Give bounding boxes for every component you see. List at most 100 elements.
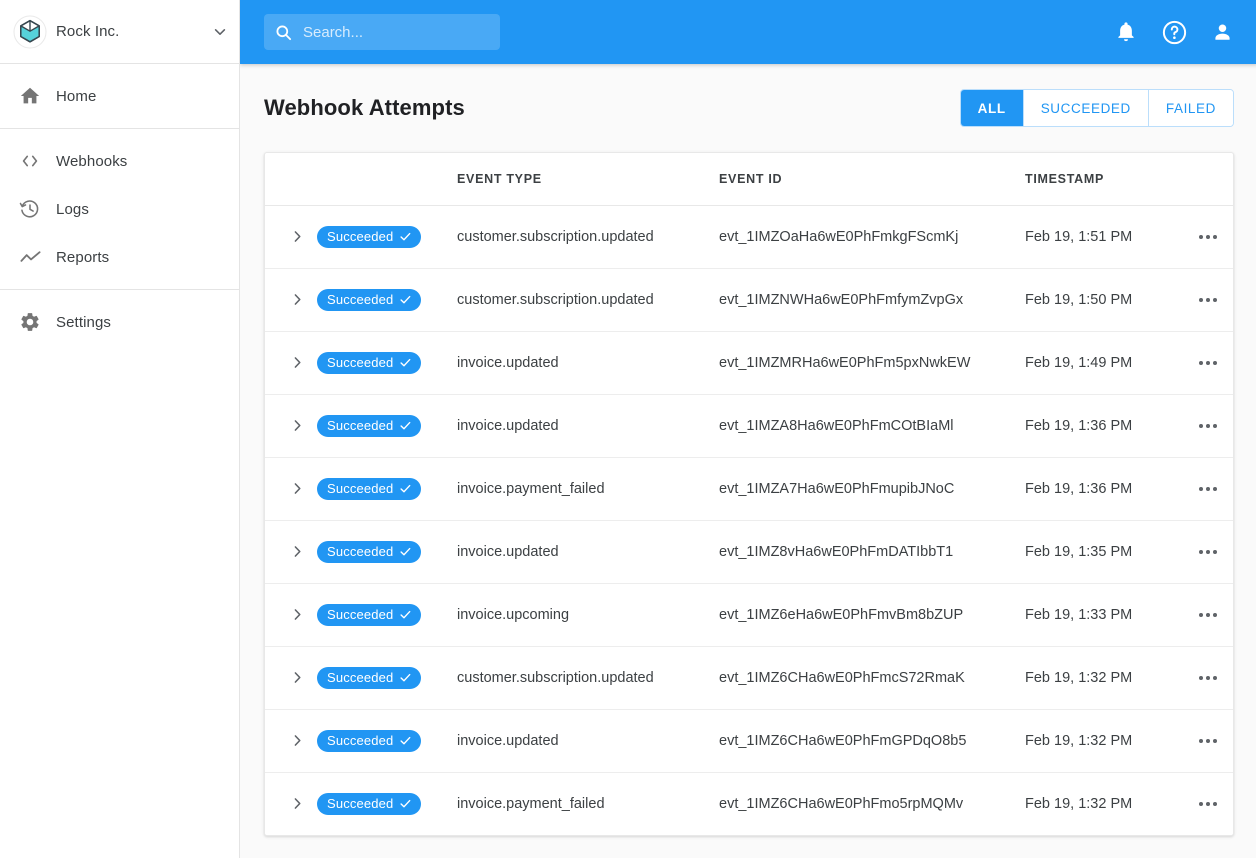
row-expand-cell[interactable]	[265, 709, 317, 773]
row-expand-cell[interactable]	[265, 457, 317, 521]
row-actions-cell[interactable]	[1183, 331, 1233, 395]
col-timestamp: TIMESTAMP	[1025, 153, 1183, 206]
chevron-right-icon[interactable]	[265, 544, 317, 559]
status-badge-label: Succeeded	[327, 418, 394, 433]
row-actions-cell[interactable]	[1183, 772, 1233, 835]
row-actions-cell[interactable]	[1183, 268, 1233, 332]
more-horizontal-icon[interactable]	[1183, 297, 1233, 302]
table-row[interactable]: Succeeded invoice.updated evt_1IMZ6CHa6wE0…	[265, 709, 1233, 773]
sidebar-item-home[interactable]: Home	[0, 72, 239, 120]
sidebar-item-logs[interactable]: Logs	[0, 185, 239, 233]
chevron-right-icon[interactable]	[265, 796, 317, 811]
row-expand-cell[interactable]	[265, 520, 317, 584]
chevron-right-icon[interactable]	[265, 670, 317, 685]
notifications-bell-icon[interactable]	[1112, 18, 1140, 46]
row-expand-cell[interactable]	[265, 331, 317, 395]
table-row[interactable]: Succeeded invoice.upcoming evt_1IMZ6eHa6wE…	[265, 583, 1233, 647]
sidebar-item-label: Logs	[56, 200, 89, 218]
page-header: Webhook Attempts ALL SUCCEEDED FAILED	[264, 64, 1234, 152]
table-row[interactable]: Succeeded invoice.payment_failed evt_1IMZA…	[265, 457, 1233, 521]
status-badge[interactable]: Succeeded	[317, 729, 422, 752]
sidebar: Rock Inc. Home Webhooks Logs Reports Set…	[0, 0, 240, 858]
status-filter-group: ALL SUCCEEDED FAILED	[959, 89, 1234, 127]
table-row[interactable]: Succeeded customer.subscription.updated ev…	[265, 205, 1233, 269]
check-icon	[399, 230, 412, 243]
filter-tab-succeeded[interactable]: SUCCEEDED	[1023, 90, 1149, 126]
check-icon	[399, 608, 412, 621]
search-input[interactable]	[303, 23, 483, 41]
row-actions-cell[interactable]	[1183, 646, 1233, 710]
row-actions-cell[interactable]	[1183, 520, 1233, 584]
chevron-right-icon[interactable]	[265, 292, 317, 307]
status-badge[interactable]: Succeeded	[317, 603, 422, 626]
search-icon	[274, 23, 293, 42]
row-expand-cell[interactable]	[265, 772, 317, 835]
filter-tab-failed[interactable]: FAILED	[1148, 90, 1233, 126]
check-icon	[399, 545, 412, 558]
row-actions-cell[interactable]	[1183, 205, 1233, 269]
row-timestamp: Feb 19, 1:35 PM	[1025, 520, 1183, 584]
row-event-id: evt_1IMZ8vHa6wE0PhFmDATIbbT1	[719, 520, 1025, 584]
chevron-down-icon[interactable]	[201, 24, 239, 40]
status-badge[interactable]: Succeeded	[317, 666, 422, 689]
row-event-id: evt_1IMZMRHa6wE0PhFm5pxNwkEW	[719, 331, 1025, 395]
table-row[interactable]: Succeeded invoice.updated evt_1IMZMRHa6wE0…	[265, 331, 1233, 395]
chevron-right-icon[interactable]	[265, 481, 317, 496]
more-horizontal-icon[interactable]	[1183, 423, 1233, 428]
sidebar-item-webhooks[interactable]: Webhooks	[0, 137, 239, 185]
more-horizontal-icon[interactable]	[1183, 801, 1233, 806]
filter-tab-all[interactable]: ALL	[960, 90, 1024, 126]
table-row[interactable]: Succeeded customer.subscription.updated ev…	[265, 646, 1233, 710]
row-expand-cell[interactable]	[265, 394, 317, 458]
row-event-id: evt_1IMZ6CHa6wE0PhFmGPDqO8b5	[719, 709, 1025, 773]
status-badge[interactable]: Succeeded	[317, 288, 422, 311]
col-actions	[1183, 153, 1233, 206]
account-person-icon[interactable]	[1208, 18, 1236, 46]
status-badge[interactable]: Succeeded	[317, 792, 422, 815]
org-switcher[interactable]: Rock Inc.	[0, 0, 239, 64]
chevron-right-icon[interactable]	[265, 418, 317, 433]
top-app-bar	[240, 0, 1256, 64]
chevron-right-icon[interactable]	[265, 355, 317, 370]
help-circle-icon[interactable]	[1160, 18, 1188, 46]
more-horizontal-icon[interactable]	[1183, 675, 1233, 680]
status-badge[interactable]: Succeeded	[317, 540, 422, 563]
chevron-right-icon[interactable]	[265, 607, 317, 622]
row-expand-cell[interactable]	[265, 205, 317, 269]
row-actions-cell[interactable]	[1183, 457, 1233, 521]
content-area: Webhook Attempts ALL SUCCEEDED FAILED EV…	[240, 64, 1256, 858]
status-badge[interactable]: Succeeded	[317, 414, 422, 437]
more-horizontal-icon[interactable]	[1183, 360, 1233, 365]
home-icon	[12, 78, 48, 114]
row-actions-cell[interactable]	[1183, 709, 1233, 773]
chevron-right-icon[interactable]	[265, 733, 317, 748]
sidebar-item-reports[interactable]: Reports	[0, 233, 239, 281]
table-row[interactable]: Succeeded invoice.updated evt_1IMZ8vHa6wE0…	[265, 520, 1233, 584]
row-actions-cell[interactable]	[1183, 394, 1233, 458]
status-badge[interactable]: Succeeded	[317, 477, 422, 500]
chevron-right-icon[interactable]	[265, 229, 317, 244]
status-badge[interactable]: Succeeded	[317, 225, 422, 248]
more-horizontal-icon[interactable]	[1183, 486, 1233, 491]
more-horizontal-icon[interactable]	[1183, 738, 1233, 743]
row-timestamp: Feb 19, 1:33 PM	[1025, 583, 1183, 647]
row-expand-cell[interactable]	[265, 583, 317, 647]
table-row[interactable]: Succeeded customer.subscription.updated ev…	[265, 268, 1233, 332]
trending-line-icon	[12, 239, 48, 275]
row-expand-cell[interactable]	[265, 268, 317, 332]
table-row[interactable]: Succeeded invoice.updated evt_1IMZA8Ha6wE0…	[265, 394, 1233, 458]
row-timestamp: Feb 19, 1:51 PM	[1025, 205, 1183, 269]
app-root: Rock Inc. Home Webhooks Logs Reports Set…	[0, 0, 1256, 858]
more-horizontal-icon[interactable]	[1183, 549, 1233, 554]
row-actions-cell[interactable]	[1183, 583, 1233, 647]
search-box[interactable]	[264, 14, 500, 50]
row-expand-cell[interactable]	[265, 646, 317, 710]
org-name: Rock Inc.	[56, 23, 120, 40]
more-horizontal-icon[interactable]	[1183, 612, 1233, 617]
check-icon	[399, 482, 412, 495]
more-horizontal-icon[interactable]	[1183, 234, 1233, 239]
status-badge[interactable]: Succeeded	[317, 351, 422, 374]
table-row[interactable]: Succeeded invoice.payment_failed evt_1IMZ6…	[265, 772, 1233, 835]
row-event-type: invoice.payment_failed	[457, 795, 605, 812]
sidebar-item-settings[interactable]: Settings	[0, 298, 239, 346]
